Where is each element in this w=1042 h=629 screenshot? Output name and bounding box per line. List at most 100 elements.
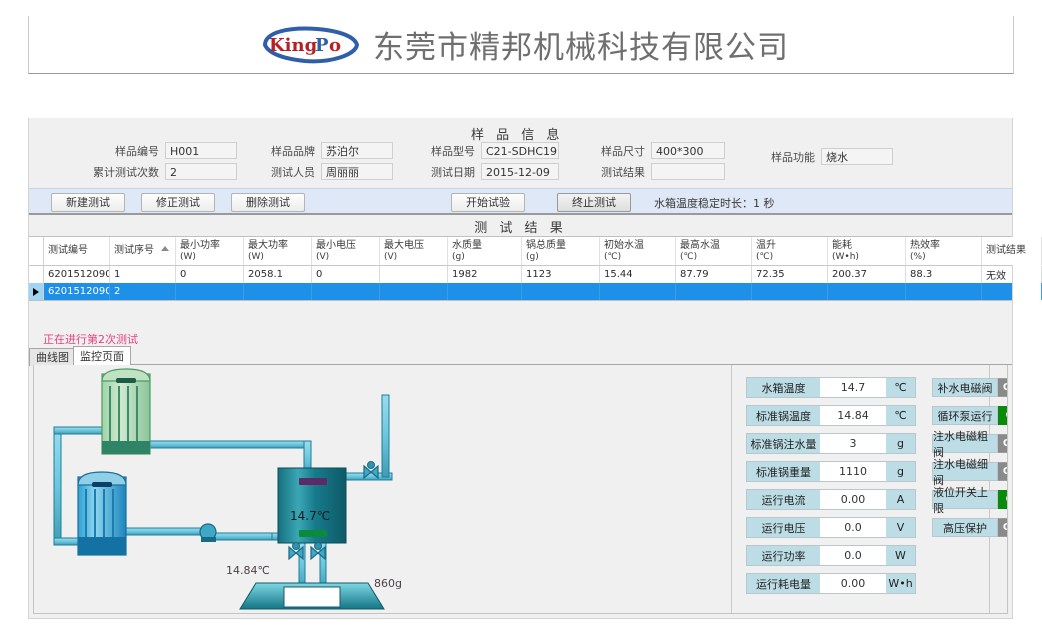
cell: [676, 283, 752, 300]
table-row[interactable]: 620151209006 1 0 2058.1 0 1982 1123 15.4…: [29, 266, 1042, 283]
vessel-temp-label: 14.7℃: [290, 509, 331, 523]
col-initial-temp[interactable]: 初始水温 (℃): [600, 237, 676, 265]
indicator-label: 注水电磁粗阀: [932, 430, 998, 459]
company-header: King P o 东莞市精邦机械科技有限公司: [28, 16, 1014, 74]
col-title: 锅总质量: [526, 239, 566, 251]
field-value[interactable]: 苏泊尔: [321, 142, 393, 159]
cell: [600, 283, 676, 300]
cell: 87.79: [676, 266, 752, 283]
cell: [982, 283, 1042, 300]
col-min-voltage[interactable]: 最小电压 (V): [312, 237, 380, 265]
results-grid[interactable]: 测试编号 测试序号 最小功率 (W) 最大功率 (W) 最小电压 (V) 最大电…: [29, 236, 1042, 301]
measurement-unit: g: [885, 462, 915, 481]
field-label: 测试结果: [601, 165, 645, 179]
col-max-temp[interactable]: 最高水温 (℃): [676, 237, 752, 265]
action-toolbar: 新建测试 修正测试 删除测试 开始试验 终止测试 水箱温度稳定时长：1 秒: [29, 188, 1012, 215]
field-label: 样品编号: [115, 144, 159, 158]
indicator-level-switch-high: 液位开关上限 ON: [932, 486, 1007, 515]
cell: [380, 283, 448, 300]
sort-ascending-icon: [161, 246, 169, 251]
col-title: 能耗: [832, 239, 852, 251]
cell: 1982: [448, 266, 522, 283]
field-value[interactable]: 烧水: [821, 148, 893, 165]
col-unit: (W): [248, 251, 264, 262]
cell: 0: [176, 266, 244, 283]
cell: 1: [110, 266, 176, 283]
cell: 2: [110, 283, 176, 300]
col-unit: (W): [180, 251, 196, 262]
field-value[interactable]: C21-SDHC19: [481, 142, 559, 159]
field-sample-model: 样品型号 C21-SDHC19: [419, 142, 559, 159]
indicator-state: ON: [998, 406, 1007, 425]
col-unit: (V): [316, 251, 330, 262]
col-efficiency[interactable]: 热效率 (%): [906, 237, 982, 265]
tab-monitor-page[interactable]: 监控页面: [73, 346, 131, 366]
measurement-label: 标准锅重量: [747, 462, 821, 481]
measurement-value: 1110: [821, 462, 885, 481]
toolbar-status-text: 水箱温度稳定时长：1 秒: [654, 197, 775, 210]
cell: 1123: [522, 266, 600, 283]
col-title: 最小功率: [180, 239, 220, 251]
field-value[interactable]: 400*300: [651, 142, 725, 159]
measurement-value: 0.00: [821, 490, 885, 509]
measurement-unit: ℃: [885, 378, 915, 397]
col-pot-total-mass[interactable]: 锅总质量 (g): [522, 237, 600, 265]
measurement-value: 14.7: [821, 378, 885, 397]
edit-test-button[interactable]: 修正测试: [141, 193, 215, 212]
cell: [752, 283, 828, 300]
start-test-button[interactable]: 开始试验: [451, 193, 525, 212]
svg-text:King: King: [269, 35, 318, 56]
col-test-index[interactable]: 测试序号: [110, 237, 176, 265]
row-gutter-selected: [29, 283, 44, 300]
measurement-row-pot-fill: 标准锅注水量 3 g: [746, 433, 916, 454]
stop-test-button[interactable]: 终止测试: [557, 193, 631, 212]
row-gutter: [29, 266, 44, 283]
col-max-power[interactable]: 最大功率 (W): [244, 237, 312, 265]
col-title: 测试编号: [48, 245, 88, 256]
col-unit: (℃): [604, 251, 622, 262]
field-value[interactable]: 2: [165, 163, 237, 180]
col-unit: (W•h): [832, 251, 859, 262]
delete-test-button[interactable]: 删除测试: [231, 193, 305, 212]
field-label: 样品品牌: [271, 144, 315, 158]
indicator-state: OFF: [998, 518, 1007, 537]
cell: 200.37: [828, 266, 906, 283]
col-temp-rise[interactable]: 温升 (℃): [752, 237, 828, 265]
col-title: 温升: [756, 239, 776, 251]
col-min-power[interactable]: 最小功率 (W): [176, 237, 244, 265]
tab-strip: 曲线图 监控页面: [29, 346, 1012, 366]
measurement-row-power: 运行功率 0.0 W: [746, 545, 916, 566]
indicator-fine-fill-valve: 注水电磁细阀 OFF: [932, 458, 1007, 487]
col-test-code[interactable]: 测试编号: [44, 237, 110, 265]
svg-text:o: o: [329, 35, 341, 56]
field-test-count: 累计测试次数 2: [83, 163, 237, 180]
tab-curve-chart[interactable]: 曲线图: [29, 348, 76, 366]
indicator-high-pressure-protect: 高压保护 OFF: [932, 518, 1007, 537]
col-unit: (%): [910, 251, 926, 262]
field-value[interactable]: 2015-12-09: [481, 163, 559, 180]
field-sample-function: 样品功能 烧水: [759, 148, 893, 165]
col-water-mass[interactable]: 水质量 (g): [448, 237, 522, 265]
measurement-unit: W: [885, 546, 915, 565]
col-max-voltage[interactable]: 最大电压 (V): [380, 237, 448, 265]
field-tester: 测试人员 周丽丽: [259, 163, 393, 180]
measurement-value: 3: [821, 434, 885, 453]
grid-gutter-header: [29, 237, 44, 265]
col-test-result[interactable]: 测试结果: [982, 237, 1042, 265]
cell: 620151209006: [44, 266, 110, 283]
col-energy[interactable]: 能耗 (W•h): [828, 237, 906, 265]
new-test-button[interactable]: 新建测试: [51, 193, 125, 212]
table-row[interactable]: 620151209009 2: [29, 283, 1042, 300]
measurement-label: 运行耗电量: [747, 574, 821, 593]
sample-info-section: 样 品 信 息 样品编号 H001 累计测试次数 2 样品品牌 苏泊尔 测试人员…: [29, 118, 1012, 188]
main-vessel: [277, 467, 347, 544]
cell: [448, 283, 522, 300]
svg-text:P: P: [315, 35, 329, 56]
measurement-row-tank-temp: 水箱温度 14.7 ℃: [746, 377, 916, 398]
field-sample-brand: 样品品牌 苏泊尔: [259, 142, 393, 159]
col-title: 最小电压: [316, 239, 356, 251]
field-value[interactable]: [651, 163, 725, 180]
field-value[interactable]: H001: [165, 142, 237, 159]
field-value[interactable]: 周丽丽: [321, 163, 393, 180]
cell: 620151209009: [44, 283, 110, 300]
